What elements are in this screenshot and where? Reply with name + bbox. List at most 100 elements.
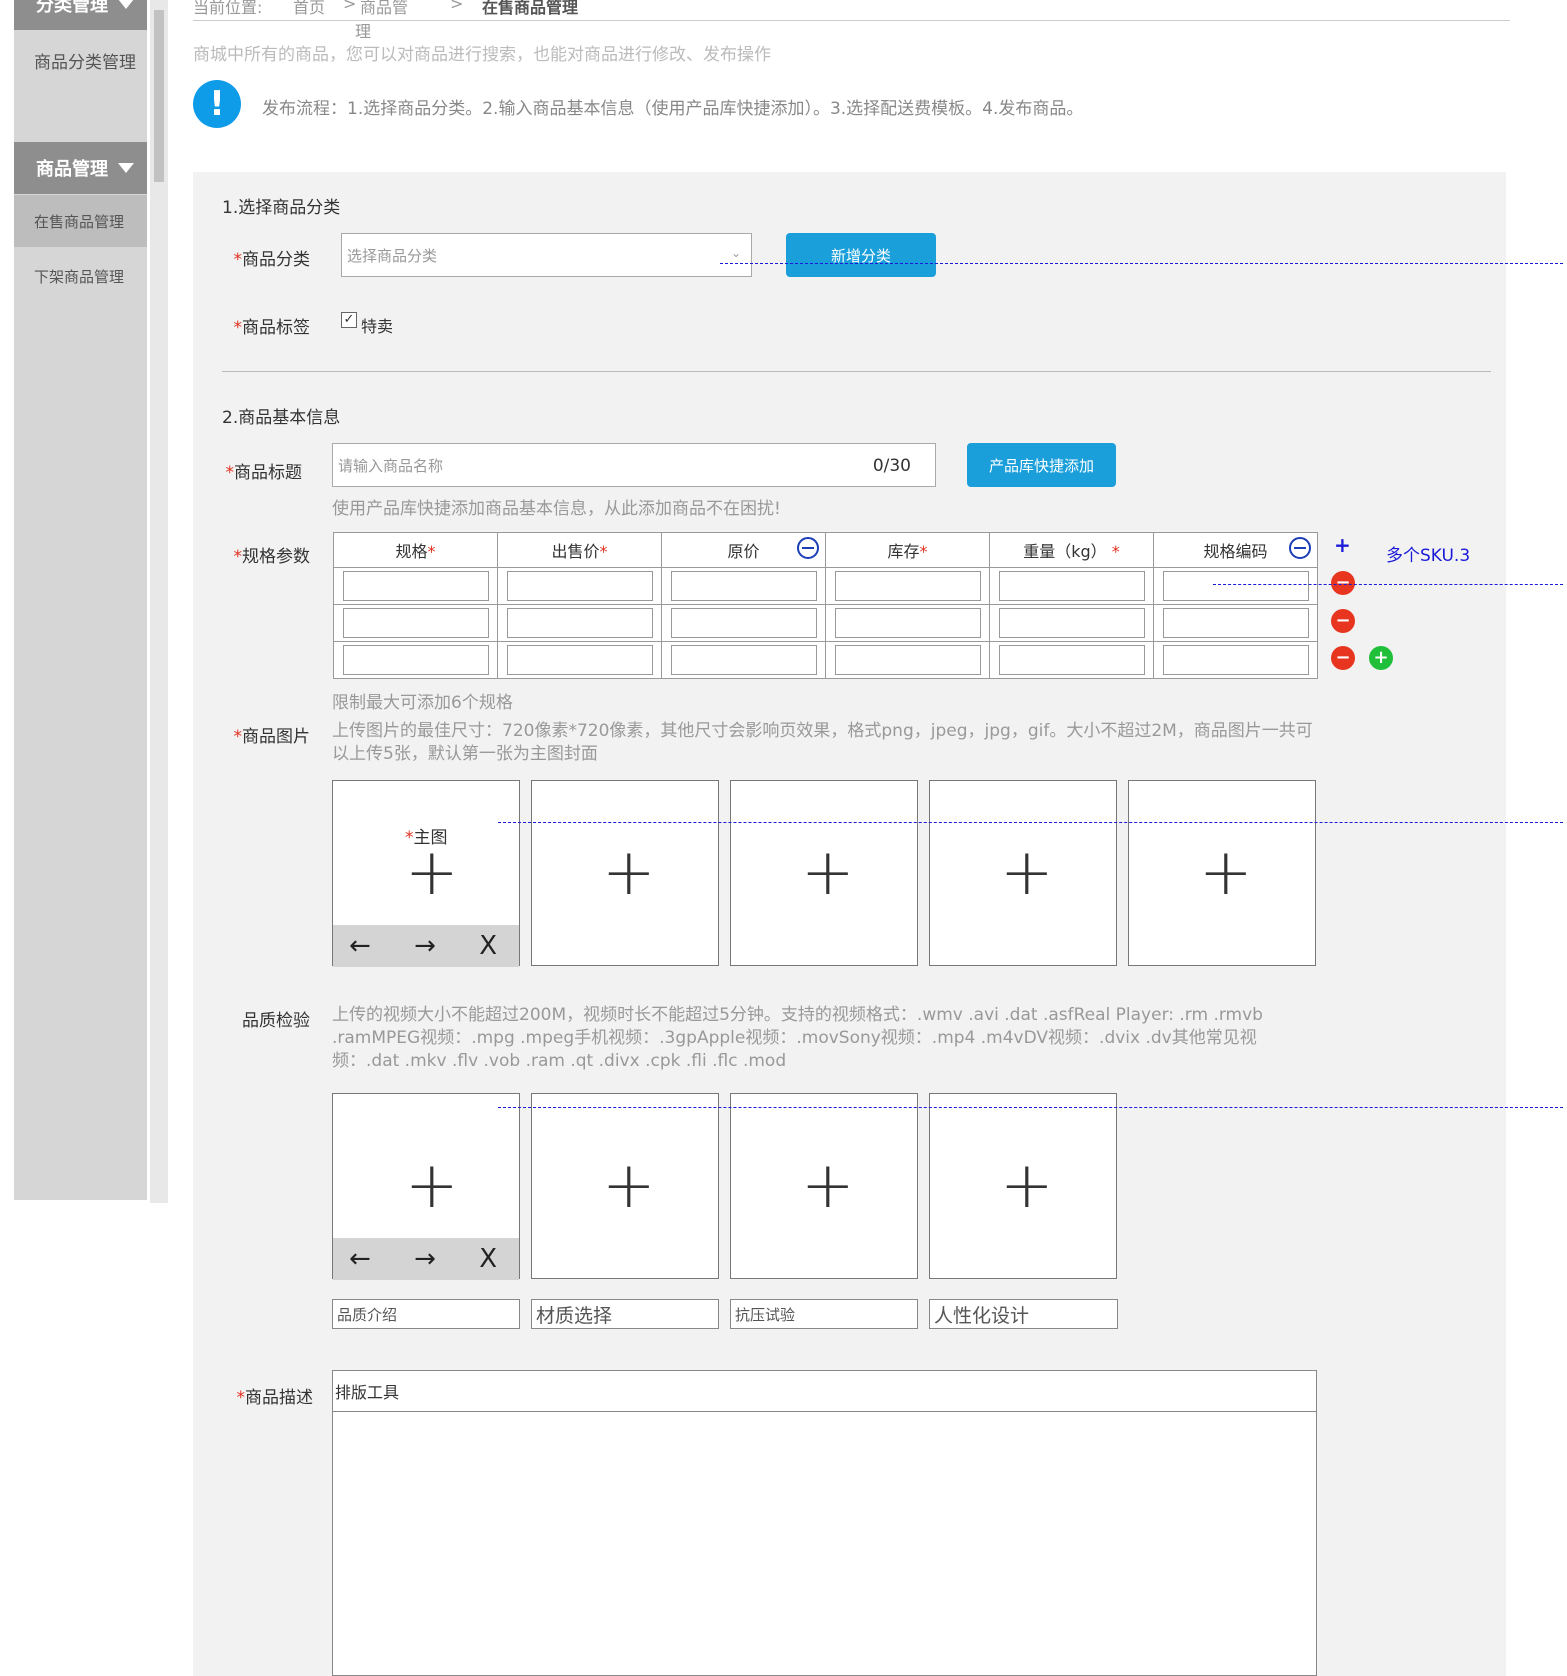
- remove-row-icon[interactable]: −: [1331, 609, 1355, 633]
- plus-icon: +: [1199, 836, 1253, 910]
- add-column-icon[interactable]: +: [1334, 533, 1351, 557]
- delete-icon[interactable]: X: [479, 931, 497, 961]
- quick-add-hint: 使用产品库快捷添加商品基本信息，从此添加商品不在困扰!: [332, 499, 781, 519]
- plus-icon: +: [801, 836, 855, 910]
- spec-cell-input[interactable]: [670, 645, 817, 675]
- chevron-down-icon: [118, 163, 134, 173]
- table-row: [333, 604, 1318, 642]
- editor-toolbar[interactable]: 排版工具: [333, 1371, 1316, 1412]
- add-category-button[interactable]: 新增分类: [786, 233, 936, 277]
- spec-cell-input[interactable]: [506, 571, 653, 601]
- breadcrumb-goods[interactable]: 商品管: [360, 0, 408, 18]
- table-row: [333, 567, 1318, 605]
- spec-cell-input[interactable]: [1162, 645, 1309, 675]
- sidebar-item-on-sale[interactable]: 在售商品管理: [14, 195, 147, 247]
- spec-cell-input[interactable]: [342, 571, 489, 601]
- video-hint: 上传的视频大小不能超过200M，视频时长不能超过5分钟。支持的视频格式：.wmv…: [332, 1005, 1263, 1071]
- title-char-counter: 0/30: [872, 456, 911, 476]
- sidebar-item-category-mgmt[interactable]: 商品分类管理: [14, 34, 147, 86]
- spec-cell-input[interactable]: [506, 645, 653, 675]
- plus-icon: +: [602, 1149, 656, 1223]
- video-caption-input[interactable]: 品质介绍: [332, 1299, 520, 1329]
- spec-cell-input[interactable]: [834, 571, 981, 601]
- section-divider: [222, 371, 1491, 372]
- plus-icon: +: [405, 836, 459, 910]
- video-caption-input[interactable]: 人性化设计: [929, 1299, 1118, 1329]
- video-upload-slot[interactable]: +: [531, 1093, 719, 1279]
- remove-row-icon[interactable]: −: [1331, 646, 1355, 670]
- remove-row-icon[interactable]: −: [1331, 571, 1355, 595]
- video-caption-input[interactable]: 抗压试验: [730, 1299, 918, 1329]
- spec-col-code: 规格编码: [1153, 532, 1318, 568]
- spec-col-weight: 重量（kg） *: [989, 532, 1154, 568]
- breadcrumb-separator: >: [343, 0, 357, 13]
- image-upload-slot[interactable]: +: [730, 780, 918, 966]
- spec-cell-input[interactable]: [506, 608, 653, 638]
- spec-table: 规格* 出售价* 原价 库存* 重量（kg） * 规格编码: [333, 532, 1318, 679]
- image-upload-slot[interactable]: +: [531, 780, 719, 966]
- annotation-line: [720, 263, 1563, 264]
- image-hint: 上传图片的最佳尺寸：720像素*720像素，其他尺寸会影响页效果，格式png，j…: [332, 721, 1313, 764]
- spec-label: *规格参数: [233, 547, 311, 567]
- sidebar-item-label: 下架商品管理: [34, 267, 125, 286]
- chevron-down-icon: ⌄: [730, 246, 741, 260]
- breadcrumb-separator: >: [450, 0, 464, 13]
- sidebar-header-label: 商品管理: [36, 159, 108, 180]
- spec-limit-hint: 限制最大可添加6个规格: [332, 693, 513, 713]
- breadcrumb-home[interactable]: 首页: [293, 0, 325, 18]
- move-left-icon[interactable]: ←: [349, 1244, 371, 1274]
- category-label: *商品分类: [233, 250, 311, 270]
- spec-cell-input[interactable]: [670, 608, 817, 638]
- move-right-icon[interactable]: →: [414, 931, 436, 961]
- delete-icon[interactable]: X: [479, 1244, 497, 1274]
- sidebar-header-category[interactable]: 分类管理: [14, 0, 147, 30]
- header-divider: [193, 20, 1510, 21]
- quick-add-button[interactable]: 产品库快捷添加: [967, 443, 1116, 487]
- desc-label: *商品描述: [236, 1388, 314, 1408]
- spec-cell-input[interactable]: [834, 608, 981, 638]
- image-controls: ← → X: [333, 925, 519, 967]
- spec-cell-input[interactable]: [998, 608, 1145, 638]
- remove-column-icon[interactable]: [797, 537, 819, 559]
- plus-icon: +: [405, 1149, 459, 1223]
- plus-icon: +: [602, 836, 656, 910]
- spec-cell-input[interactable]: [1162, 608, 1309, 638]
- tag-label: *商品标签: [233, 318, 311, 338]
- spec-cell-input[interactable]: [342, 645, 489, 675]
- video-upload-slot[interactable]: +: [929, 1093, 1117, 1279]
- video-upload-slot[interactable]: + ← → X: [332, 1093, 520, 1280]
- move-left-icon[interactable]: ←: [349, 931, 371, 961]
- spec-cell-input[interactable]: [998, 571, 1145, 601]
- chevron-down-icon: [118, 0, 134, 9]
- spec-cell-input[interactable]: [1162, 571, 1309, 601]
- move-right-icon[interactable]: →: [414, 1244, 436, 1274]
- sidebar-header-label: 分类管理: [36, 0, 108, 16]
- main-image-upload[interactable]: *主图 + ← → X: [332, 780, 520, 967]
- goods-title-placeholder: 请输入商品名称: [338, 456, 444, 475]
- spec-cell-input[interactable]: [834, 645, 981, 675]
- annotation-line: [1213, 584, 1563, 585]
- title-label: *商品标题: [225, 463, 303, 483]
- add-row-icon[interactable]: +: [1369, 646, 1393, 670]
- info-icon: !: [193, 80, 241, 128]
- quality-label: 品质检验: [242, 1011, 310, 1031]
- remove-column-icon[interactable]: [1289, 537, 1311, 559]
- spec-cell-input[interactable]: [342, 608, 489, 638]
- goods-title-input[interactable]: 请输入商品名称 0/30: [332, 443, 936, 487]
- video-upload-slot[interactable]: +: [730, 1093, 918, 1279]
- category-select[interactable]: 选择商品分类 ⌄: [341, 233, 752, 277]
- image-upload-slot[interactable]: +: [1128, 780, 1316, 966]
- section-title-basic-info: 2.商品基本信息: [222, 408, 341, 428]
- spec-cell-input[interactable]: [998, 645, 1145, 675]
- description-editor[interactable]: 排版工具: [332, 1370, 1317, 1676]
- spec-cell-input[interactable]: [670, 571, 817, 601]
- sidebar-scrollbar-thumb[interactable]: [154, 10, 164, 182]
- sidebar-item-off-shelf[interactable]: 下架商品管理: [14, 250, 147, 302]
- image-upload-slot[interactable]: +: [929, 780, 1117, 966]
- sidebar-item-label: 商品分类管理: [34, 52, 136, 73]
- tag-checkbox[interactable]: ✓: [341, 312, 357, 328]
- video-caption-input[interactable]: 材质选择: [531, 1299, 719, 1329]
- sidebar-header-goods[interactable]: 商品管理: [14, 142, 147, 194]
- multi-sku-note: 多个SKU.3: [1386, 546, 1471, 566]
- plus-icon: +: [1000, 1149, 1054, 1223]
